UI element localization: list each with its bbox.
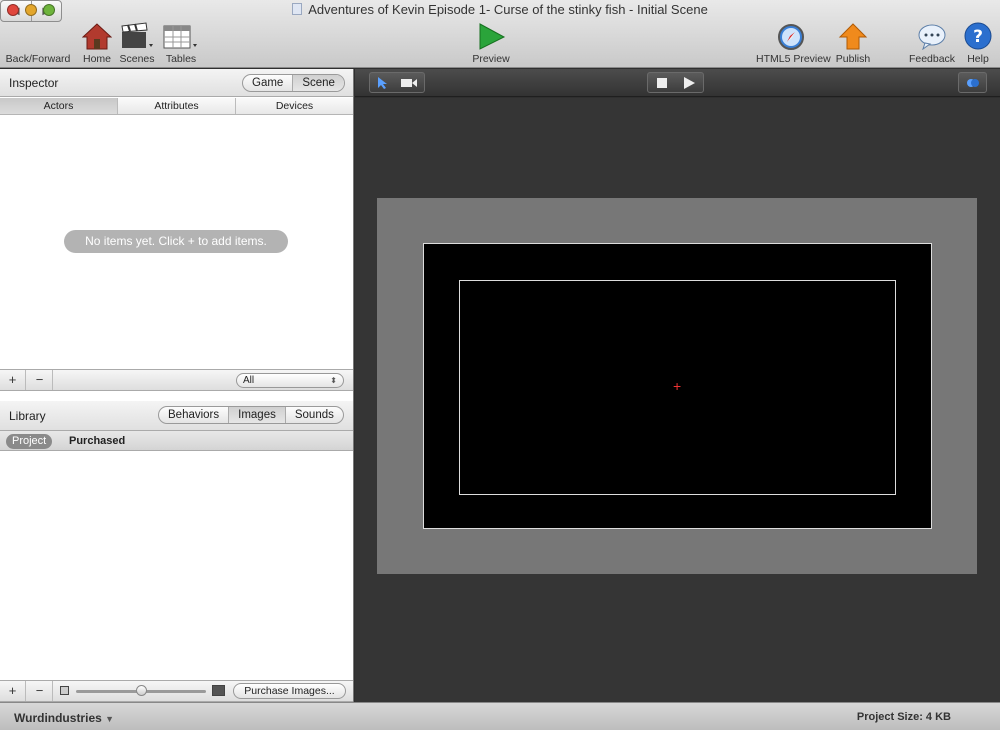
inspector-bottom-bar: + − All ⬍ <box>0 369 353 391</box>
select-arrows-icon: ⬍ <box>330 376 337 385</box>
speech-bubble-icon <box>918 24 946 51</box>
table-grid-icon <box>163 25 197 49</box>
tool-mode-control[interactable] <box>369 72 425 93</box>
stage-toolbar <box>355 69 1000 97</box>
purchase-images-button[interactable]: Purchase Images... <box>233 683 346 699</box>
game-tab[interactable]: Game <box>243 75 294 91</box>
scene-stage[interactable]: + <box>355 98 1000 702</box>
tab-behaviors[interactable]: Behaviors <box>159 407 230 423</box>
actor-filter-value: All <box>243 375 255 386</box>
html5-preview-button[interactable]: HTML5 Preview <box>756 22 831 65</box>
remove-actor-button[interactable]: − <box>27 370 53 390</box>
scene-pasteboard: + <box>377 198 977 574</box>
library-subtabs: Project Purchased <box>0 431 353 451</box>
inspector-title: Inspector <box>9 76 59 90</box>
document-icon <box>292 3 303 15</box>
add-actor-button[interactable]: + <box>0 370 26 390</box>
left-panel: Inspector Game Scene Actors Attributes D… <box>0 69 354 702</box>
tab-project[interactable]: Project <box>6 434 53 449</box>
play-small-icon[interactable] <box>683 76 696 89</box>
account-menu[interactable]: Wurdindustries ▼ <box>14 711 114 725</box>
status-bar: Wurdindustries ▼ Project Size: 4 KB <box>0 702 1000 730</box>
library-tabs: Behaviors Images Sounds <box>158 406 344 424</box>
camera-tool-icon[interactable] <box>400 77 418 89</box>
pointer-tool-icon[interactable] <box>376 76 388 90</box>
scene-canvas[interactable]: + <box>423 243 932 529</box>
feedback-button[interactable]: Feedback <box>909 22 955 65</box>
preview-label: Preview <box>472 53 510 65</box>
library-header: Library Behaviors Images Sounds <box>0 401 353 431</box>
actor-filter-select[interactable]: All ⬍ <box>236 373 344 388</box>
help-button[interactable]: ? Help <box>963 22 993 65</box>
play-icon <box>479 23 506 50</box>
slider-knob[interactable] <box>135 685 147 696</box>
small-thumb-icon <box>60 686 69 695</box>
library-bottom-bar: + − Purchase Images... <box>0 680 353 702</box>
project-size: Project Size: 4 KB <box>856 711 951 723</box>
add-image-button[interactable]: + <box>0 681 26 701</box>
layers-icon <box>966 78 979 87</box>
publish-button[interactable]: Publish <box>836 22 870 65</box>
tab-devices[interactable]: Devices <box>236 98 353 114</box>
title-bar: Adventures of Kevin Episode 1- Curse of … <box>0 0 1000 68</box>
tables-label: Tables <box>165 53 197 65</box>
window-title: Adventures of Kevin Episode 1- Curse of … <box>0 2 1000 17</box>
help-label: Help <box>967 53 989 65</box>
tables-button[interactable]: Tables <box>163 22 199 65</box>
app-window: Adventures of Kevin Episode 1- Curse of … <box>0 0 1000 730</box>
html5-preview-label: HTML5 Preview <box>756 53 831 65</box>
tab-sounds[interactable]: Sounds <box>286 407 343 423</box>
tab-purchased[interactable]: Purchased <box>69 434 125 449</box>
safari-compass-icon <box>778 24 804 50</box>
inspector-tabs: Actors Attributes Devices <box>0 98 353 115</box>
origin-crosshair-icon: + <box>673 378 682 394</box>
home-button[interactable]: Home <box>81 22 113 65</box>
library-title: Library <box>9 409 46 423</box>
stop-icon[interactable] <box>656 77 668 89</box>
scene-tab[interactable]: Scene <box>293 75 344 91</box>
inspector-header: Inspector Game Scene <box>0 69 353 97</box>
chevron-down-icon: ▼ <box>105 714 115 724</box>
tab-actors[interactable]: Actors <box>0 98 118 114</box>
svg-text:?: ? <box>973 27 983 47</box>
remove-image-button[interactable]: − <box>27 681 53 701</box>
account-name: Wurdindustries <box>14 711 102 725</box>
tab-images[interactable]: Images <box>229 407 286 423</box>
help-question-icon: ? <box>964 22 992 50</box>
publish-label: Publish <box>835 53 871 65</box>
home-icon <box>81 23 113 50</box>
scenes-button[interactable]: Scenes <box>119 22 155 65</box>
playback-control[interactable] <box>647 72 704 93</box>
clapperboard-icon <box>121 22 153 48</box>
layers-toggle-button[interactable] <box>958 72 987 93</box>
empty-message: No items yet. Click + to add items. <box>64 230 288 253</box>
inspector-mode-switch: Game Scene <box>242 74 345 92</box>
tab-attributes[interactable]: Attributes <box>118 98 236 114</box>
publish-up-arrow-icon <box>838 23 868 50</box>
large-thumb-icon <box>212 685 225 696</box>
preview-button[interactable]: Preview <box>472 22 510 65</box>
thumbnail-size-slider[interactable] <box>76 685 206 696</box>
